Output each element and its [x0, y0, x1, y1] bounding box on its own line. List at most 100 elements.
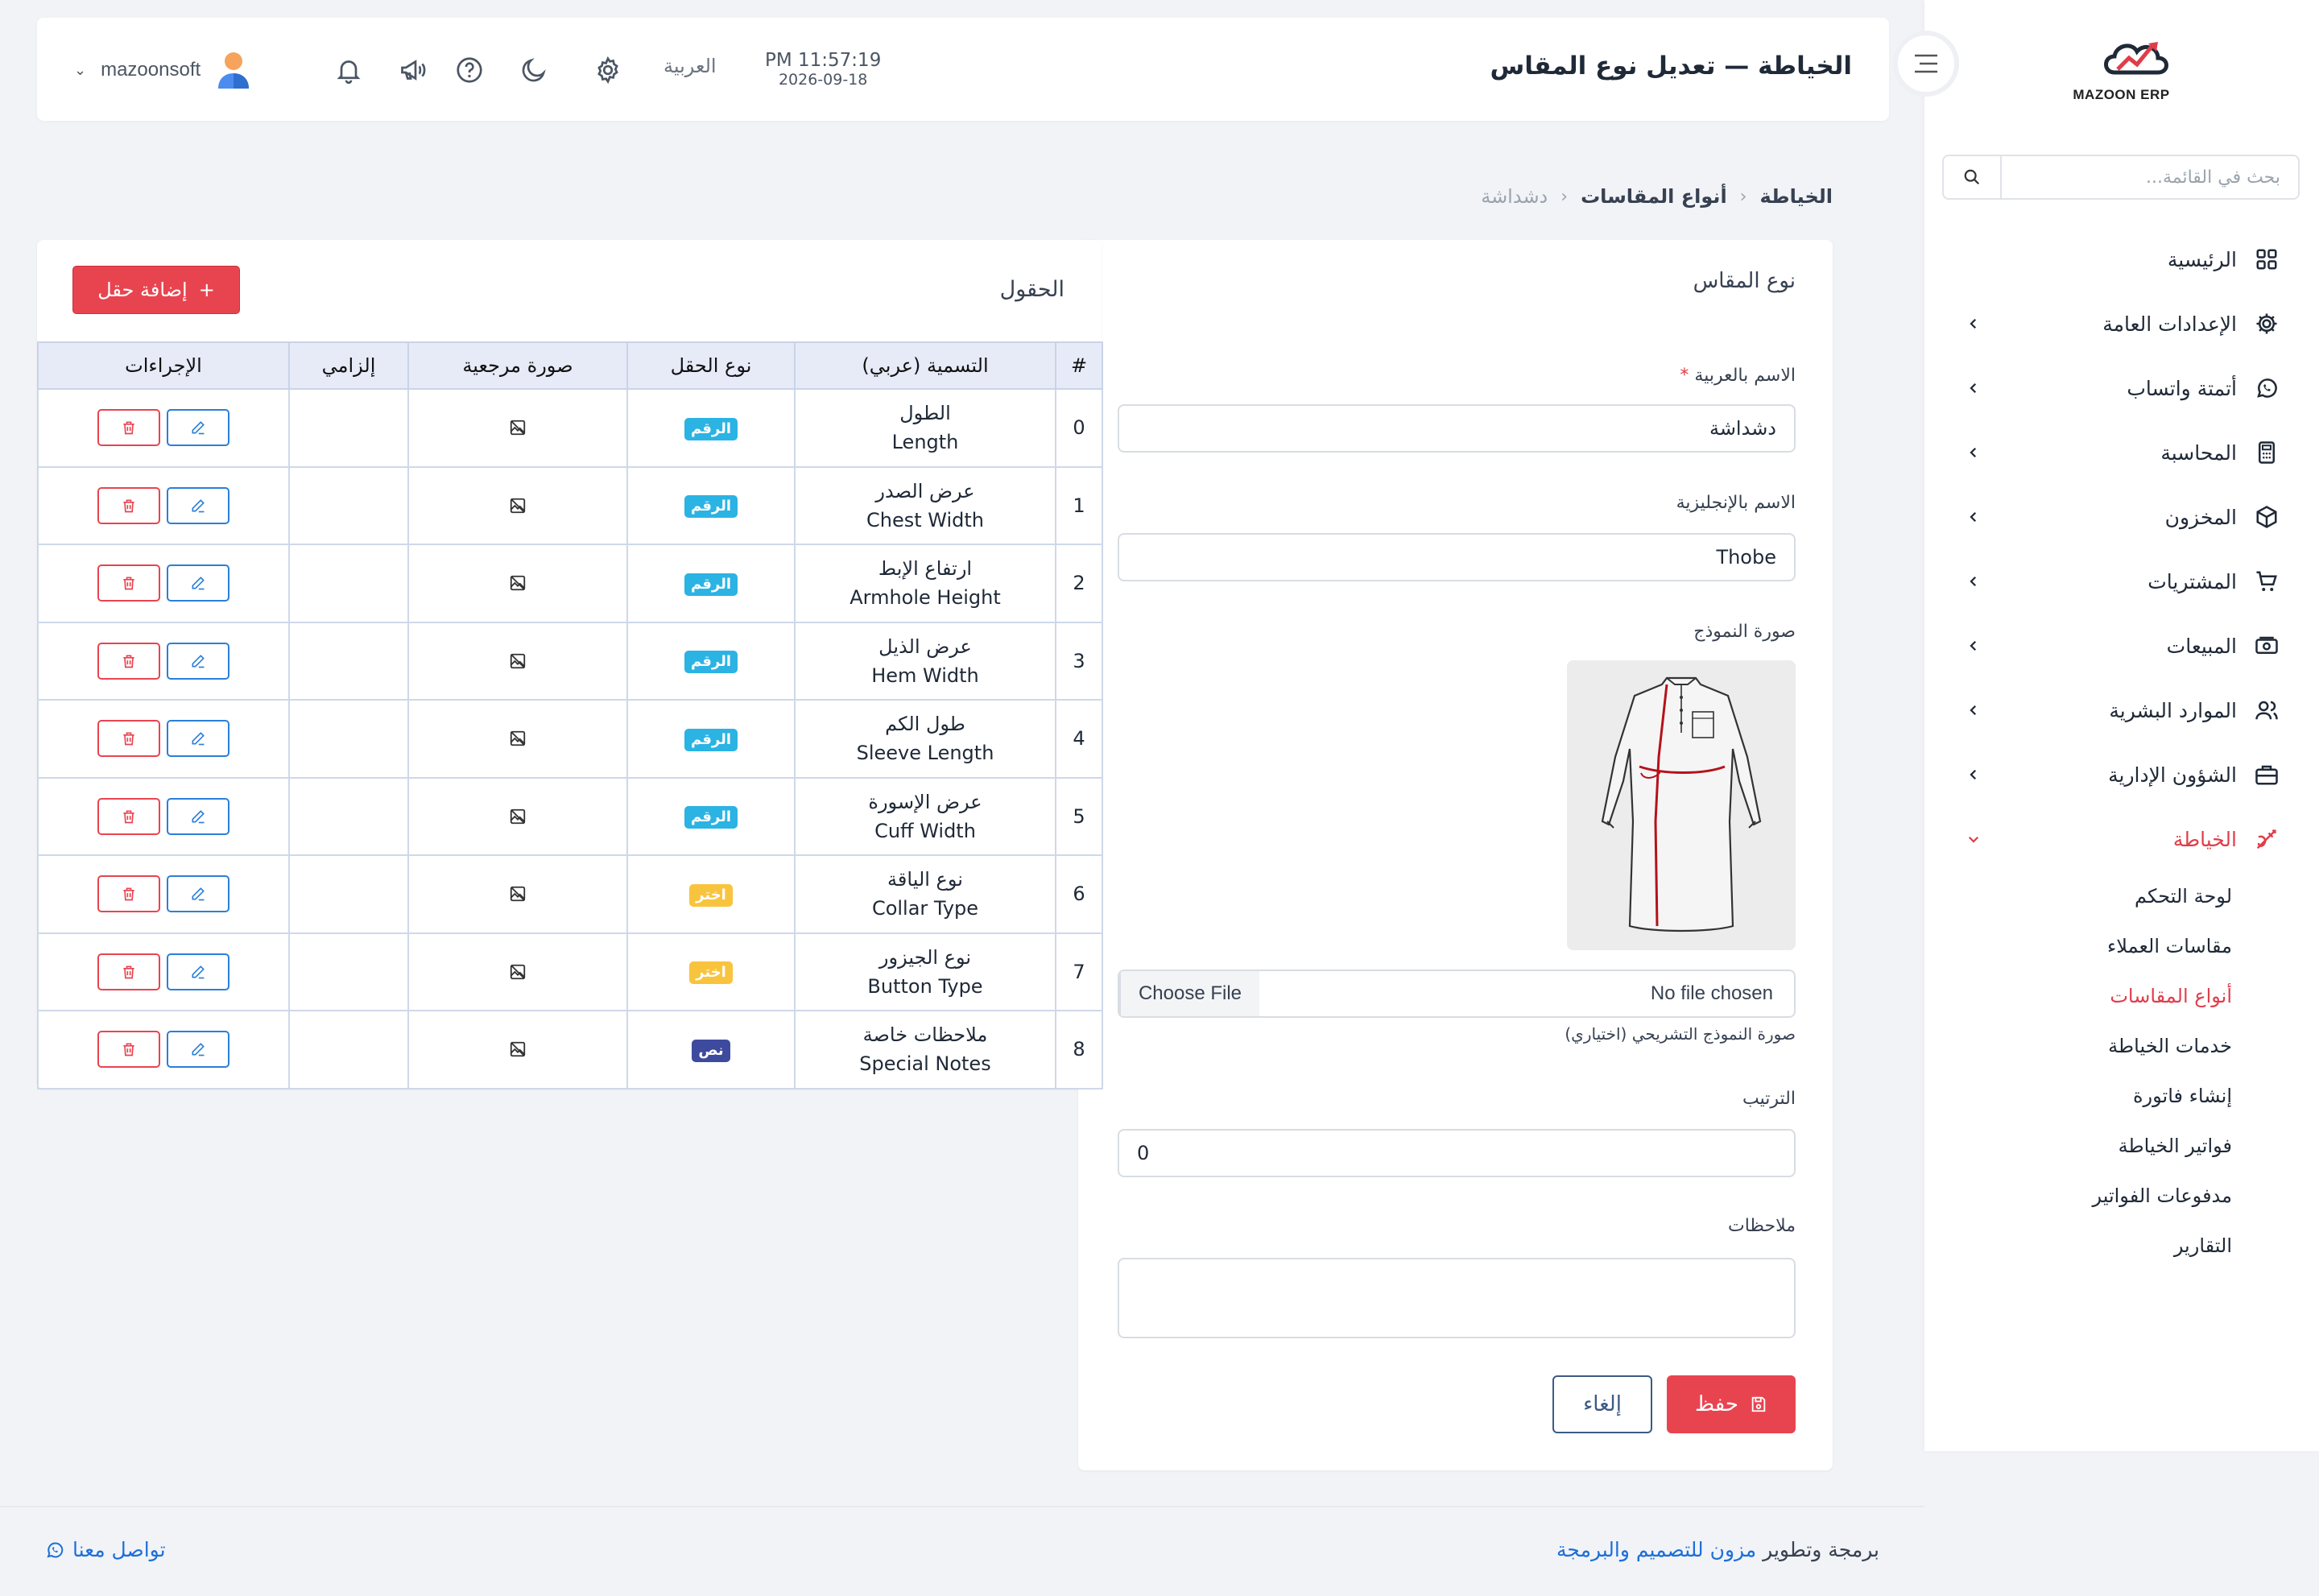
row-required [288, 388, 409, 468]
order-input[interactable] [1118, 1129, 1796, 1177]
sidebar-item-inventory[interactable]: المخزون [1924, 485, 2319, 549]
trash-icon [121, 964, 137, 980]
gear-icon [597, 56, 618, 85]
delete-field-button[interactable] [97, 797, 160, 835]
row-reference-image [407, 388, 628, 468]
edit-icon [190, 1041, 206, 1057]
delete-field-button[interactable] [97, 642, 160, 680]
delete-field-button[interactable] [97, 953, 160, 990]
choose-file-button[interactable]: Choose File [1119, 971, 1259, 1016]
footer-company-link[interactable]: مزون للتصميم والبرمجة [1556, 1538, 1756, 1561]
edit-icon [190, 886, 206, 902]
footer-divider [0, 1506, 1924, 1507]
sidebar-search-button[interactable] [1944, 156, 2002, 198]
column-header-actions: الإجراءات [37, 341, 290, 390]
sidebar-item-settings[interactable]: الإعدادات العامة [1924, 291, 2319, 356]
delete-field-button[interactable] [97, 720, 160, 758]
edit-field-button[interactable] [167, 642, 229, 680]
trash-icon [121, 575, 137, 591]
grid-icon [2253, 246, 2280, 273]
row-field-type: نص [626, 1010, 796, 1089]
row-index: 5 [1055, 776, 1103, 856]
needle-icon [2253, 825, 2280, 853]
edit-field-button[interactable] [167, 953, 229, 990]
edit-field-button[interactable] [167, 1031, 229, 1069]
submenu-item-create-invoice[interactable]: إنشاء فاتورة [1924, 1071, 2319, 1121]
contact-label: تواصل معنا [72, 1538, 166, 1561]
save-button[interactable]: حفظ [1667, 1375, 1796, 1433]
edit-field-button[interactable] [167, 720, 229, 758]
sidebar-item-hr[interactable]: الموارد البشرية [1924, 678, 2319, 742]
briefcase-icon [2253, 761, 2280, 788]
sidebar-item-label: المخزون [2164, 505, 2237, 529]
sidebar-toggle-button[interactable] [1893, 31, 1959, 97]
delete-field-button[interactable] [97, 875, 160, 913]
edit-field-button[interactable] [167, 797, 229, 835]
edit-field-button[interactable] [167, 564, 229, 602]
sidebar-search-input[interactable] [2002, 156, 2298, 198]
name-ar-input[interactable] [1118, 404, 1796, 453]
breadcrumb-current: دشداشة [1481, 185, 1548, 208]
submenu-item-measurement-types[interactable]: أنواع المقاسات [1924, 971, 2319, 1021]
username: mazoonsoft [101, 59, 201, 81]
row-actions [37, 621, 290, 701]
brand-logo[interactable]: MAZOON ERP [2067, 32, 2176, 113]
required-mark: * [1680, 366, 1689, 386]
sidebar-item-purchases[interactable]: المشتريات [1924, 549, 2319, 614]
sidebar-item-accounting[interactable]: المحاسبة [1924, 420, 2319, 485]
submenu-item-invoice-payments[interactable]: مدفوعات الفواتير [1924, 1171, 2319, 1221]
edit-icon [190, 964, 206, 980]
image-label: صورة النموذج [1693, 622, 1796, 642]
dark-mode-toggle[interactable] [517, 53, 551, 87]
settings-button[interactable] [591, 53, 625, 87]
row-reference-image [407, 776, 628, 856]
breadcrumb-root[interactable]: الخياطة [1759, 185, 1833, 208]
delete-field-button[interactable] [97, 1031, 160, 1069]
delete-field-button[interactable] [97, 564, 160, 602]
row-label-ar: ملاحظات خاصة [862, 1023, 988, 1047]
contact-link[interactable]: تواصل معنا [45, 1538, 166, 1561]
breadcrumb-section[interactable]: أنواع المقاسات [1581, 185, 1727, 208]
help-icon [457, 57, 482, 83]
notes-textarea[interactable] [1118, 1258, 1796, 1338]
table-row: 4 طول الكم Sleeve Length الرقم [37, 699, 1103, 779]
sidebar-item-admin[interactable]: الشؤون الإدارية [1924, 742, 2319, 807]
row-actions [37, 854, 290, 934]
help-button[interactable] [453, 53, 486, 87]
submenu-item-tailoring-invoices[interactable]: فواتير الخياطة [1924, 1121, 2319, 1171]
row-label-ar: طول الكم [885, 713, 965, 736]
sidebar-item-home[interactable]: الرئيسية [1924, 227, 2319, 291]
user-menu[interactable]: ⌄ mazoonsoft [74, 50, 252, 90]
edit-field-button[interactable] [167, 409, 229, 447]
row-field-type: اختر [626, 854, 796, 934]
submenu-item-tailoring-services[interactable]: خدمات الخياطة [1924, 1021, 2319, 1071]
row-index: 7 [1055, 932, 1103, 1011]
submenu-item-reports[interactable]: التقارير [1924, 1221, 2319, 1271]
add-field-button[interactable]: + إضافة حقل [72, 266, 240, 314]
sidebar-item-whatsapp[interactable]: أتمتة واتساب [1924, 356, 2319, 420]
delete-field-button[interactable] [97, 409, 160, 447]
chevron-left-icon [1970, 447, 1977, 458]
row-field-type: الرقم [626, 699, 796, 779]
cancel-button[interactable]: إلغاء [1552, 1375, 1652, 1433]
notifications-button[interactable] [332, 53, 366, 87]
row-reference-image [407, 854, 628, 934]
edit-icon [190, 808, 206, 825]
row-label-ar: عرض الذيل [878, 635, 972, 658]
delete-field-button[interactable] [97, 486, 160, 524]
column-header-required: إلزامي [288, 341, 409, 390]
sidebar-item-tailoring[interactable]: الخياطة [1924, 807, 2319, 871]
announcements-button[interactable] [396, 53, 430, 87]
save-icon [1751, 1396, 1766, 1412]
sidebar-item-sales[interactable]: المبيعات [1924, 614, 2319, 678]
row-required [288, 465, 409, 545]
name-en-input[interactable] [1118, 533, 1796, 581]
submenu-item-customer-measurements[interactable]: مقاسات العملاء [1924, 921, 2319, 971]
table-row: 8 ملاحظات خاصة Special Notes نص [37, 1010, 1103, 1089]
edit-field-button[interactable] [167, 486, 229, 524]
image-file-input[interactable]: Choose File No file chosen [1118, 970, 1796, 1018]
language-switch[interactable]: العربية [663, 55, 717, 77]
edit-field-button[interactable] [167, 875, 229, 913]
submenu-item-dashboard[interactable]: لوحة التحكم [1924, 871, 2319, 921]
row-actions [37, 699, 290, 779]
